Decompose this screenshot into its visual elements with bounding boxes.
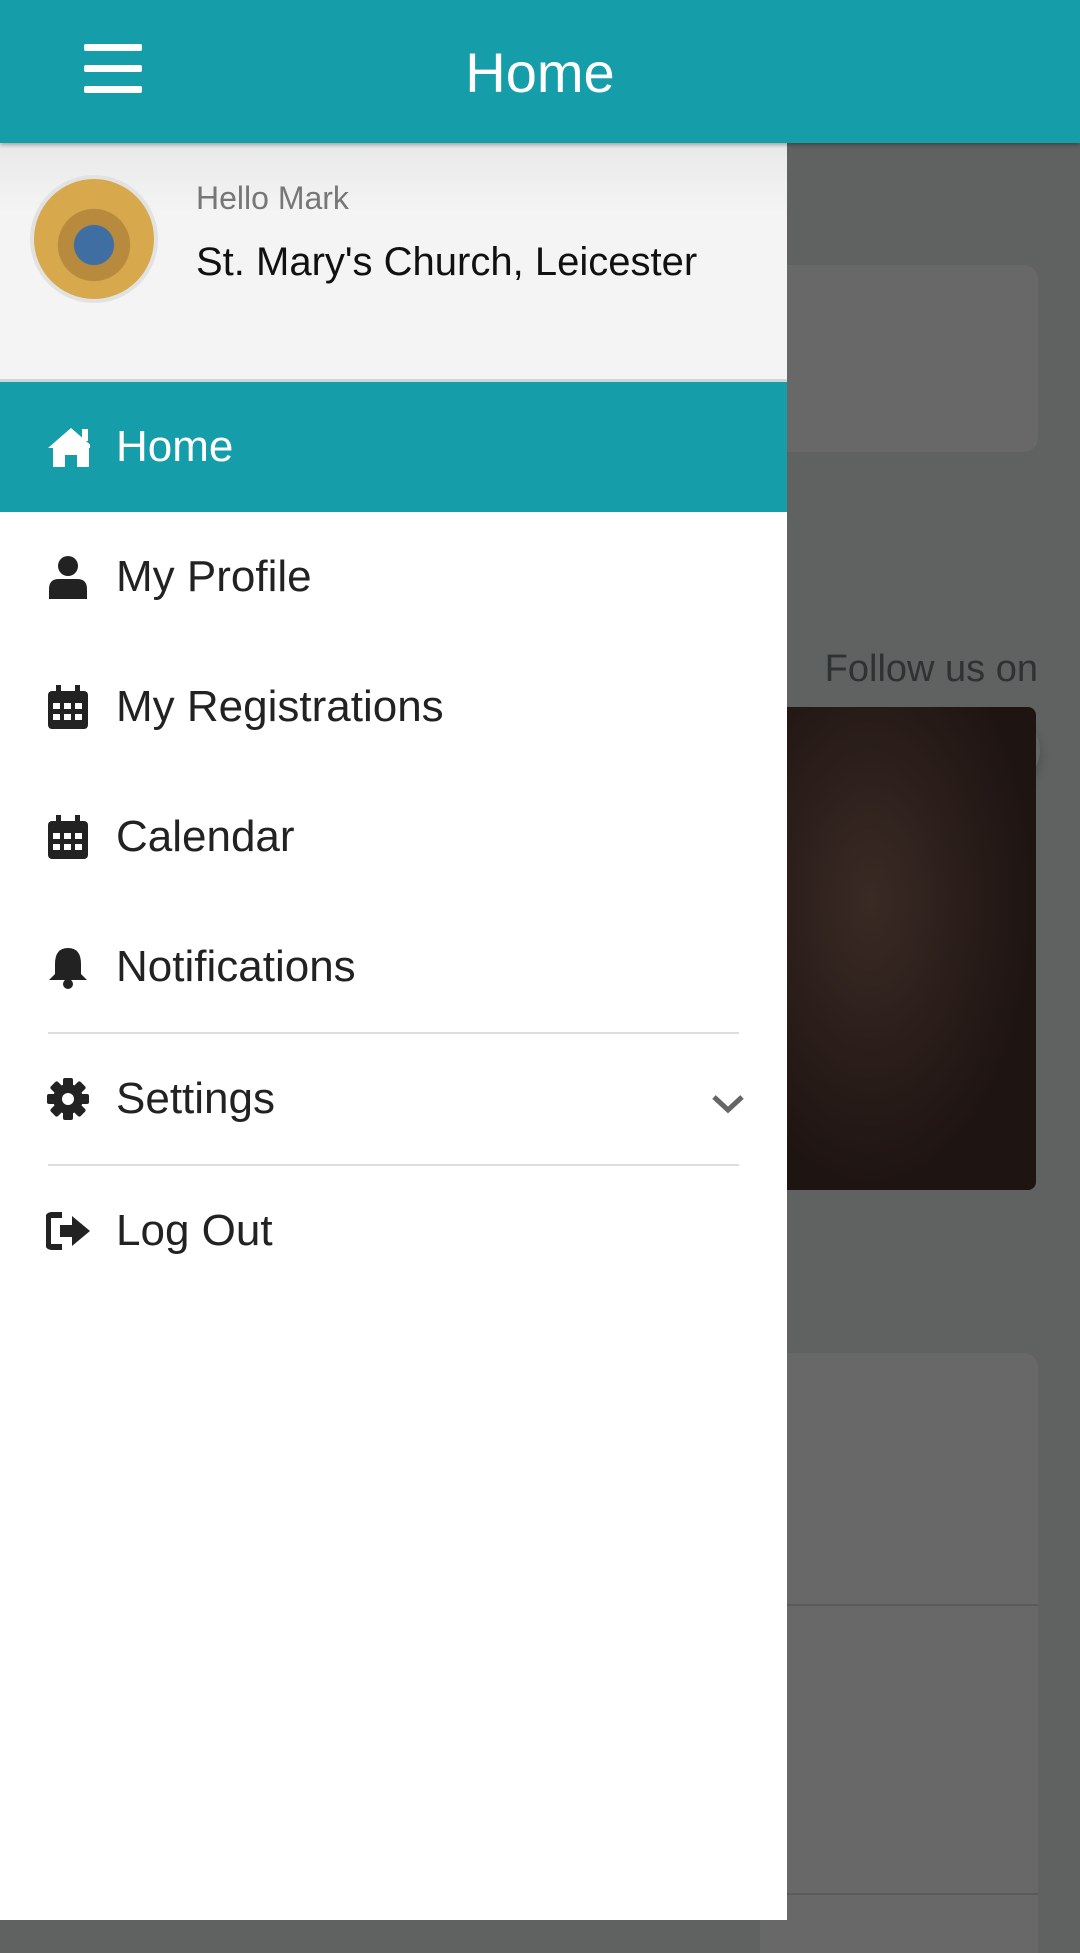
menu-item-label: My Registrations xyxy=(116,682,444,731)
church-photo xyxy=(760,707,1036,1190)
calendar-icon xyxy=(46,815,90,859)
menu-item-my-profile[interactable]: My Profile xyxy=(0,512,787,642)
menu-item-home[interactable]: Home xyxy=(0,382,787,512)
menu-item-my-registrations[interactable]: My Registrations xyxy=(0,642,787,772)
home-icon xyxy=(46,425,90,469)
follow-us-label: Follow us on xyxy=(824,648,1038,690)
navigation-drawer: Hello Mark St. Mary's Church, Leicester … xyxy=(0,143,787,1920)
menu-item-label: My Profile xyxy=(116,552,312,601)
menu-item-label: Notifications xyxy=(116,942,356,991)
menu-item-label: Home xyxy=(116,422,234,471)
user-icon xyxy=(46,555,90,599)
menu-item-label: Settings xyxy=(116,1074,275,1123)
menu-item-label: Calendar xyxy=(116,812,295,861)
profile-header: Hello Mark St. Mary's Church, Leicester xyxy=(0,143,787,382)
church-name: St. Mary's Church, Leicester xyxy=(196,240,698,284)
menu-item-log-out[interactable]: Log Out xyxy=(0,1166,787,1296)
content-card xyxy=(760,265,1038,452)
menu-item-notifications[interactable]: Notifications xyxy=(0,902,787,1032)
calendar-icon xyxy=(46,685,90,729)
content-card xyxy=(760,1353,1038,1953)
page-title: Home xyxy=(465,41,615,104)
gear-icon xyxy=(46,1077,90,1121)
greeting: Hello Mark xyxy=(196,180,349,216)
bell-icon xyxy=(46,945,90,989)
church-avatar xyxy=(30,175,158,303)
app-header: Home xyxy=(0,0,1080,143)
chevron-down-icon[interactable] xyxy=(711,1076,745,1126)
menu-item-calendar[interactable]: Calendar xyxy=(0,772,787,902)
menu-item-label: Log Out xyxy=(116,1206,273,1255)
logout-icon xyxy=(46,1209,90,1253)
menu-item-settings[interactable]: Settings xyxy=(0,1034,787,1164)
